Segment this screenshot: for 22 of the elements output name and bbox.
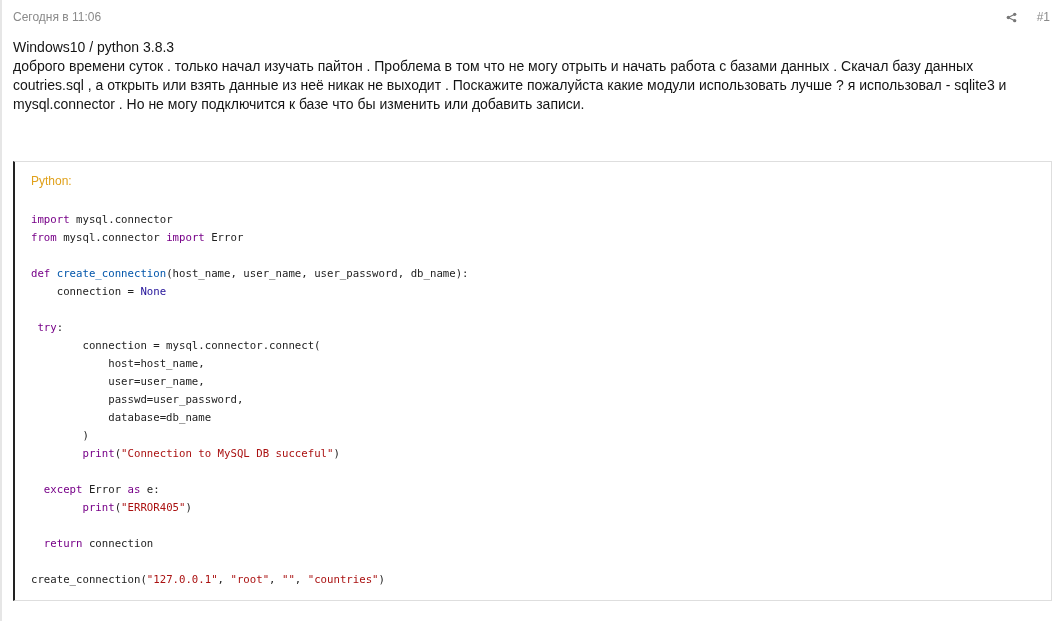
code-line: host=host_name, <box>107 356 206 372</box>
code-line: passwd=user_password, <box>107 392 245 408</box>
code-line: print("ERROR405") <box>81 500 193 516</box>
share-icon[interactable] <box>1005 11 1017 23</box>
code-line: connection = mysql.connector.connect( <box>81 338 322 354</box>
post-text: доброго времени суток . только начал изучать пайтон . Проблема в том что не могу отрыть и начать работа с базами данных . Скачал базу данных coutries.sql , а открыть или взять данные из неё никак не выходит . Поскажите пожалуйста какие модули использовать лучше ? я использовал - sqlite3 и mysql.connector . Но не могу подключится к базе что бы изменить или добавить записи. <box>13 57 1008 114</box>
code-line: database=db_name <box>107 410 213 426</box>
post-title: Windows10 / python 3.8.3 <box>13 38 176 57</box>
code-line: return connection <box>42 536 155 552</box>
code-line: connection = None <box>55 284 168 300</box>
code-line: except Error as e: <box>42 482 161 498</box>
code-line: def create_connection(host_name, user_name, user_password, db_name): <box>31 266 470 282</box>
code-line: ) <box>81 428 90 444</box>
code-line: try: <box>36 320 65 336</box>
code-line: import mysql.connector <box>31 212 174 228</box>
code-line: user=user_name, <box>107 374 206 390</box>
post-date: Сегодня в 11:06 <box>13 10 102 24</box>
code-line: from mysql.connector import Error <box>31 230 245 246</box>
code-line: create_connection("127.0.0.1", "root", "", "countries") <box>31 572 386 588</box>
post-number-link[interactable]: #1 <box>1036 10 1050 24</box>
code-line: print("Connection to MySQL DB succeful") <box>81 446 341 462</box>
code-language-label: Python: <box>31 173 73 189</box>
